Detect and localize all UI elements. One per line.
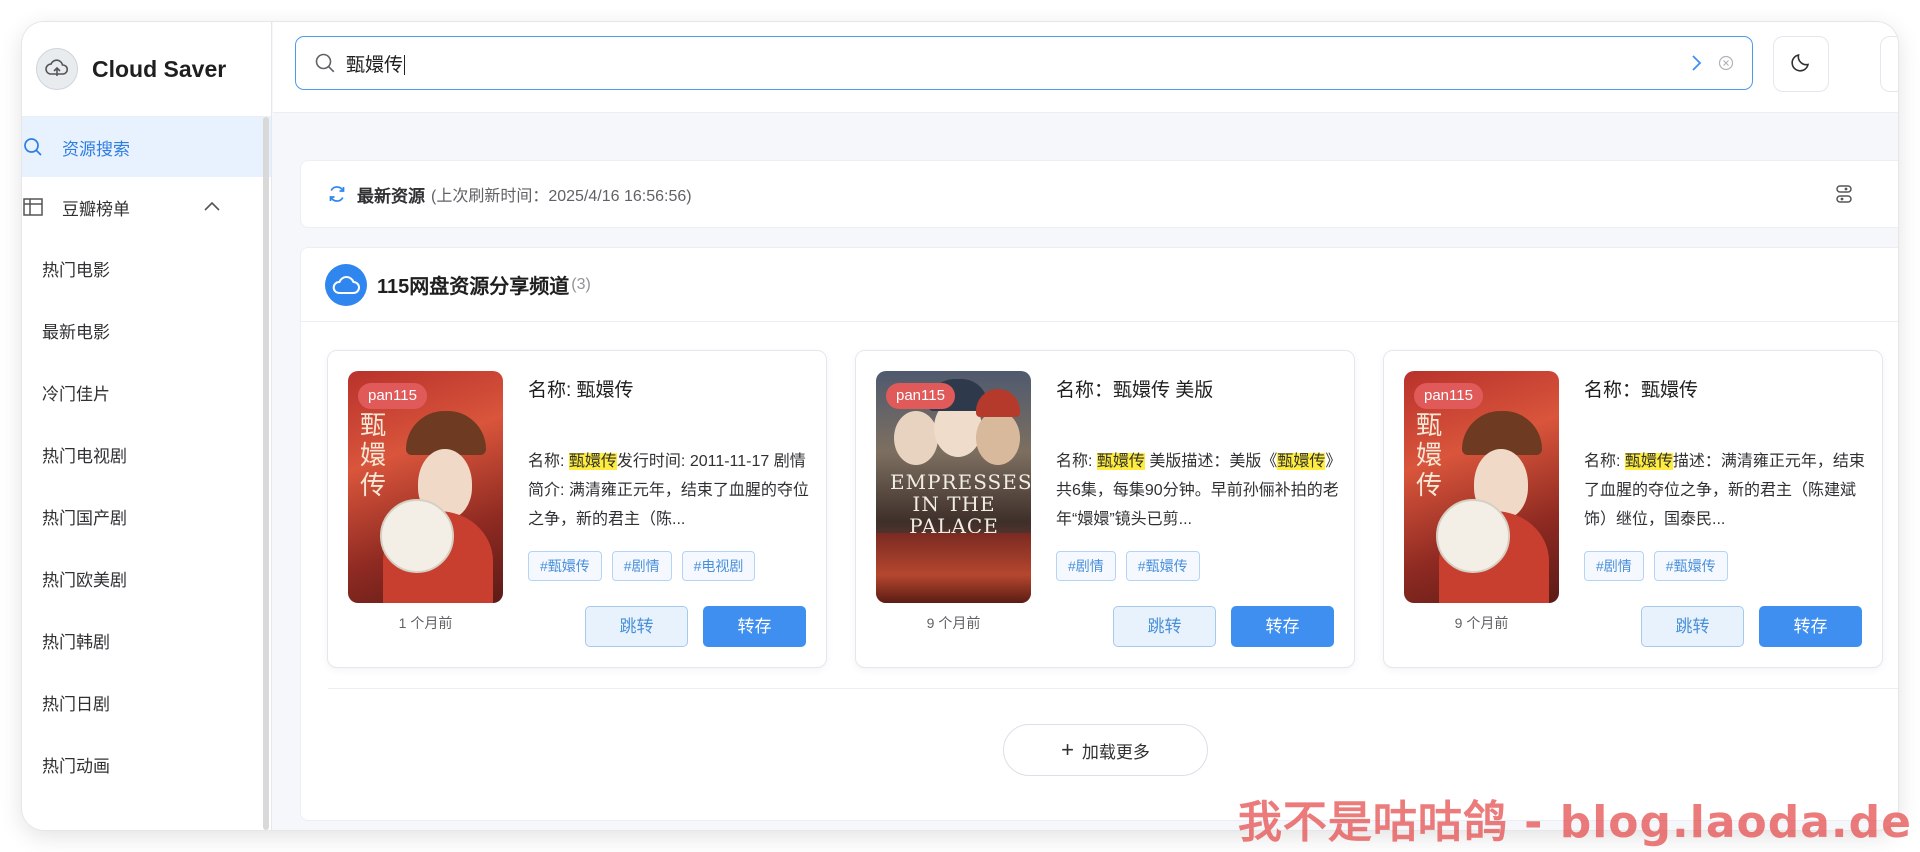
sidebar-item-hidden-gems[interactable]: 冷门佳片 (22, 361, 271, 423)
save-button[interactable]: 转存 (1231, 606, 1334, 647)
grid-table-icon (22, 198, 44, 216)
plus-icon: + (1061, 737, 1074, 762)
post-time: 9 个月前 (1454, 615, 1509, 631)
search-icon (314, 52, 336, 74)
channel-header[interactable]: 115网盘资源分享频道 (3) (301, 248, 1898, 322)
post-time: 1 个月前 (398, 615, 453, 631)
poster-image[interactable]: EMPRESSES IN THE PALACE pan115 (876, 371, 1031, 603)
channel-name: 115网盘资源分享频道 (377, 276, 570, 298)
sidebar-item-douban[interactable]: 豆瓣榜单 (22, 177, 271, 237)
card-description: 名称: 甄嬛传描述：满清雍正元年，结束了血腥的夺位之争，新的君主（陈建斌 饰）继… (1584, 453, 1865, 528)
resource-card: EMPRESSES IN THE PALACE pan115 9 个月前 名称：… (855, 350, 1355, 668)
sidebar-item-label: 资源搜索 (62, 139, 130, 159)
save-button[interactable]: 转存 (1759, 606, 1862, 647)
tag-list: #剧情 #甄嬛传 (1584, 551, 1728, 581)
sidebar: Cloud Saver 资源搜索 豆瓣榜单 热门电影 最新电影 冷门佳片 热门电… (22, 22, 272, 830)
sidebar-scrollbar[interactable] (263, 117, 269, 830)
chevron-up-icon[interactable] (203, 197, 221, 217)
card-description: 名称: 甄嬛传 美版描述：美版《甄嬛传》共6集，每集90分钟。早前孙俪补拍的老年… (1056, 453, 1339, 528)
channel-count: (3) (571, 275, 591, 293)
poster-image[interactable]: 甄嬛传 pan115 (1404, 371, 1559, 603)
sidebar-item-hot-korean[interactable]: 热门韩剧 (22, 609, 271, 671)
last-refresh-time: (上次刷新时间：2025/4/16 16:56:56) (431, 188, 692, 205)
tag-chip[interactable]: #剧情 (1056, 551, 1116, 581)
sidebar-item-search[interactable]: 资源搜索 (22, 117, 271, 177)
chevron-right-icon[interactable] (1690, 54, 1704, 72)
save-button[interactable]: 转存 (703, 606, 806, 647)
brand: Cloud Saver (22, 22, 271, 117)
dark-mode-button[interactable] (1773, 36, 1829, 92)
pan-tag: pan115 (886, 383, 955, 409)
tag-chip[interactable]: #电视剧 (681, 551, 756, 581)
tag-chip[interactable]: #甄嬛传 (1653, 551, 1728, 581)
sidebar-item-hot-anime[interactable]: 热门动画 (22, 733, 271, 795)
load-more-label: 加载更多 (1081, 742, 1150, 762)
main-area: 甄嬛传 最新资源 (上次刷新时间：2025/4/16 16:56:56) 115… (273, 22, 1898, 830)
channel-panel: 115网盘资源分享频道 (3) 甄嬛传 pan115 1 个月前 名称: 甄嬛传 (300, 247, 1898, 821)
app-window: Cloud Saver 资源搜索 豆瓣榜单 热门电影 最新电影 冷门佳片 热门电… (22, 22, 1898, 830)
poster-image[interactable]: 甄嬛传 pan115 (348, 371, 503, 603)
pan-tag: pan115 (1414, 383, 1483, 409)
sidebar-item-hot-domestic[interactable]: 热门国产剧 (22, 485, 271, 547)
pan-tag: pan115 (358, 383, 427, 409)
card-title: 名称：甄嬛传 (1584, 380, 1699, 401)
jump-button[interactable]: 跳转 (585, 606, 688, 647)
card-description: 名称: 甄嬛传发行时间: 2011-11-17 剧情简介: 满清雍正元年，结束了… (528, 453, 809, 528)
sidebar-item-hot-movies[interactable]: 热门电影 (22, 237, 271, 299)
sidebar-item-label: 豆瓣榜单 (62, 199, 130, 219)
power-icon (1896, 50, 1898, 79)
resource-card: 甄嬛传 pan115 9 个月前 名称：甄嬛传 名称: 甄嬛传描述：满清雍正元年… (1383, 350, 1883, 668)
poster-title: EMPRESSES IN THE PALACE (890, 470, 1031, 538)
tag-chip[interactable]: #剧情 (1584, 551, 1644, 581)
sidebar-item-hot-western[interactable]: 热门欧美剧 (22, 547, 271, 609)
text-caret (404, 55, 406, 76)
cloud-upload-icon (36, 48, 78, 90)
load-more-button[interactable]: + 加载更多 (1003, 724, 1208, 776)
card-title: 名称：甄嬛传 美版 (1056, 380, 1214, 401)
clear-icon[interactable] (1718, 55, 1734, 71)
power-button[interactable] (1880, 36, 1898, 92)
card-title: 名称: 甄嬛传 (528, 380, 634, 401)
tag-chip[interactable]: #甄嬛传 (1125, 551, 1200, 581)
tag-list: #剧情 #甄嬛传 (1056, 551, 1200, 581)
top-bar: 甄嬛传 (273, 22, 1898, 113)
tag-list: #甄嬛传 #剧情 #电视剧 (528, 551, 756, 581)
post-time: 9 个月前 (926, 615, 981, 631)
tag-chip[interactable]: #剧情 (611, 551, 672, 581)
search-icon (22, 137, 44, 157)
latest-resources-bar: 最新资源 (上次刷新时间：2025/4/16 16:56:56) (300, 160, 1898, 228)
jump-button[interactable]: 跳转 (1641, 606, 1744, 647)
watermark: 我不是咕咕鸽 - blog.laoda.de (1237, 797, 1912, 848)
cloud-icon (325, 263, 367, 306)
latest-title: 最新资源 (357, 186, 425, 206)
sidebar-item-hot-tv[interactable]: 热门电视剧 (22, 423, 271, 485)
sidebar-item-new-movies[interactable]: 最新电影 (22, 299, 271, 361)
filter-settings-icon[interactable] (1833, 183, 1855, 210)
content-area: 最新资源 (上次刷新时间：2025/4/16 16:56:56) 115网盘资源… (273, 113, 1898, 830)
poster-calligraphy: 甄嬛传 (1416, 411, 1443, 501)
tag-chip[interactable]: #甄嬛传 (528, 551, 602, 581)
search-input[interactable]: 甄嬛传 (295, 36, 1753, 90)
app-name: Cloud Saver (92, 55, 227, 82)
divider (328, 688, 1898, 689)
poster-calligraphy: 甄嬛传 (360, 411, 387, 501)
search-value: 甄嬛传 (346, 54, 404, 76)
moon-icon (1789, 50, 1813, 79)
jump-button[interactable]: 跳转 (1113, 606, 1216, 647)
refresh-icon[interactable] (327, 184, 347, 204)
resource-card: 甄嬛传 pan115 1 个月前 名称: 甄嬛传 名称: 甄嬛传发行时间: 20… (327, 350, 827, 668)
sidebar-item-hot-japanese[interactable]: 热门日剧 (22, 671, 271, 733)
